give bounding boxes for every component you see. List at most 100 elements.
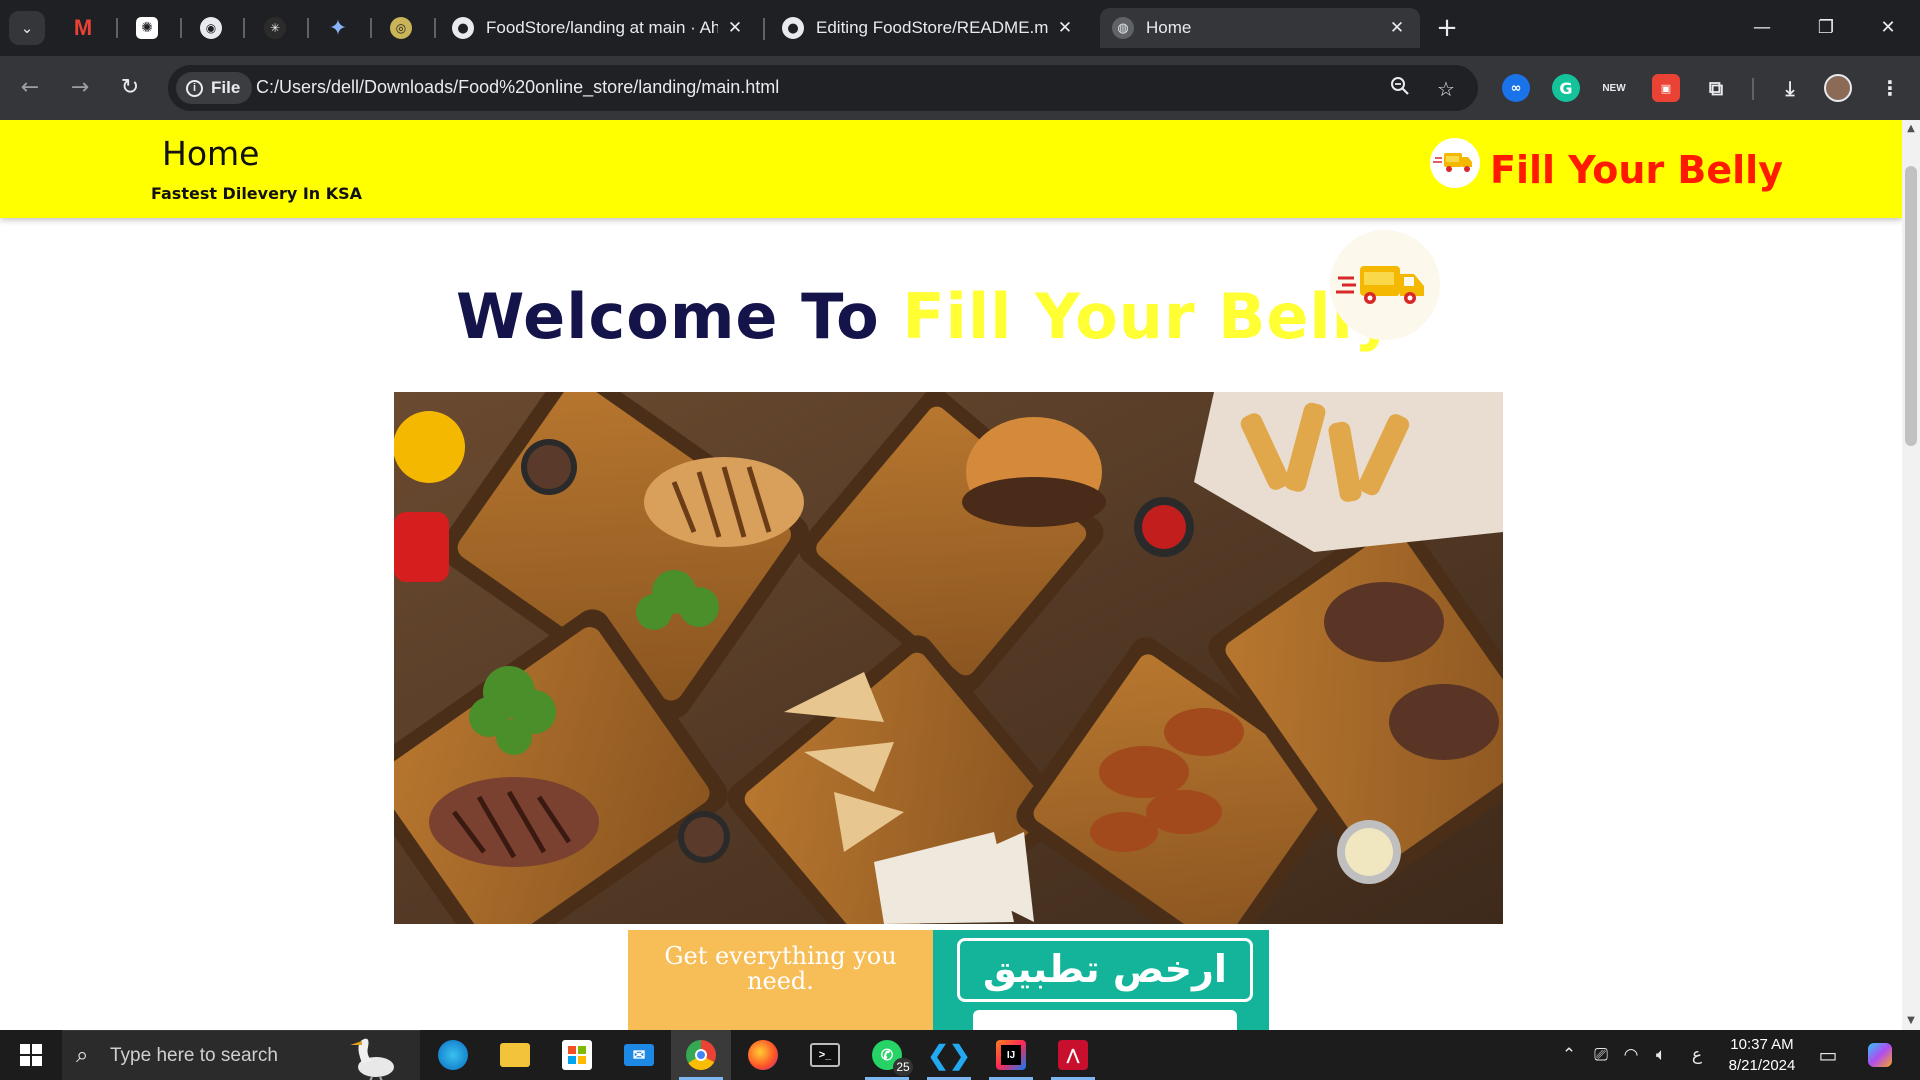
pinned-tab-copilot[interactable]: ◎ xyxy=(384,12,418,44)
extension-new-icon[interactable]: NEW xyxy=(1600,74,1628,102)
pinned-tab-gemini[interactable]: ✦ xyxy=(321,12,355,44)
promo-app-button[interactable]: ارخص تطبيق xyxy=(957,938,1253,1002)
delivery-truck-logo[interactable] xyxy=(1430,138,1480,188)
copilot-icon xyxy=(1868,1043,1892,1067)
pinned-tab-chatgpt[interactable]: ✺ xyxy=(130,12,164,44)
hero-food-image xyxy=(394,392,1503,924)
tab-separator xyxy=(307,18,309,38)
globe-icon: ◍ xyxy=(1112,17,1134,39)
site-info-chip[interactable]: i File xyxy=(176,72,253,104)
address-bar[interactable]: i File C:/Users/dell/Downloads/Food%20on… xyxy=(168,65,1478,111)
grammarly-icon[interactable]: G xyxy=(1552,74,1580,102)
tab-home[interactable]: ◍ Home ✕ xyxy=(1100,8,1420,48)
taskbar-intellij[interactable]: IJ xyxy=(981,1030,1041,1080)
notifications-icon[interactable]: ▭ xyxy=(1812,1030,1844,1080)
new-tab-button[interactable]: + xyxy=(1432,14,1462,44)
close-icon[interactable]: ✕ xyxy=(1054,18,1076,38)
windows-logo-icon xyxy=(20,1044,42,1066)
profile-avatar[interactable] xyxy=(1824,74,1852,102)
extension-red-icon[interactable]: ▣ xyxy=(1652,74,1680,102)
tab-foodstore-landing[interactable]: ● FoodStore/landing at main · Ah ✕ xyxy=(440,8,758,48)
taskbar-microsoft-store[interactable] xyxy=(547,1030,607,1080)
menu-kebab-icon[interactable]: ⋮ xyxy=(1876,74,1904,102)
scroll-up-arrow-icon[interactable]: ▲ xyxy=(1902,120,1920,138)
back-button[interactable]: ← xyxy=(14,72,46,104)
taskbar-chrome[interactable] xyxy=(671,1030,731,1080)
browser-toolbar: ← → ↻ i File C:/Users/dell/Downloads/Foo… xyxy=(0,56,1920,120)
taskbar-file-explorer[interactable] xyxy=(485,1030,545,1080)
minimize-button[interactable]: — xyxy=(1742,12,1782,44)
extension-infinity-icon[interactable]: ∞ xyxy=(1502,74,1530,102)
acrobat-icon: ⋀ xyxy=(1058,1040,1088,1070)
tab-title: FoodStore/landing at main · Ah xyxy=(486,18,718,37)
pinned-tab-gmail[interactable]: M xyxy=(66,12,100,44)
wifi-icon[interactable]: ◠ xyxy=(1616,1030,1646,1080)
promo-left-panel: Get everything you need. xyxy=(628,930,933,1030)
search-icon: ⌕ xyxy=(76,1043,89,1068)
chevron-down-icon: ⌄ xyxy=(20,19,34,37)
taskbar-acrobat[interactable]: ⋀ xyxy=(1043,1030,1103,1080)
notification-badge: 25 xyxy=(893,1058,913,1076)
meet-now-icon[interactable]: ⎚ xyxy=(1586,1030,1616,1080)
bookmark-star-icon[interactable]: ☆ xyxy=(1432,75,1460,103)
tab-separator xyxy=(243,18,245,38)
tab-separator xyxy=(763,18,765,40)
store-icon xyxy=(562,1040,592,1070)
copilot-taskbar-button[interactable] xyxy=(1860,1030,1900,1080)
tab-separator xyxy=(370,18,372,38)
header-title[interactable]: Home xyxy=(162,134,259,173)
page-viewport: Home Fastest Dilevery In KSA Fill Your B… xyxy=(0,120,1902,1030)
brand-name: Fill Your Belly xyxy=(1490,148,1783,192)
gmail-icon: M xyxy=(73,15,93,40)
taskbar-search[interactable]: ⌕ Type here to search xyxy=(62,1030,420,1080)
taskbar-whatsapp[interactable]: ✆ 25 xyxy=(857,1030,917,1080)
taskbar-vscode[interactable]: ❮❯ xyxy=(919,1030,979,1080)
restore-button[interactable]: ❐ xyxy=(1806,12,1846,44)
tab-search-button[interactable]: ⌄ xyxy=(9,11,45,45)
show-hidden-icons-chevron-icon[interactable]: ⌃ xyxy=(1554,1030,1584,1080)
copilot-icon: ◎ xyxy=(390,17,412,39)
tab-separator xyxy=(116,18,118,38)
header-subtitle: Fastest Dilevery In KSA xyxy=(151,184,363,203)
close-icon[interactable]: ✕ xyxy=(724,18,746,38)
site-header: Home Fastest Dilevery In KSA Fill Your B… xyxy=(0,120,1902,218)
folder-icon xyxy=(500,1043,530,1067)
page-scrollbar[interactable]: ▲ ▼ xyxy=(1902,120,1920,1030)
info-icon: i xyxy=(186,79,203,97)
pinned-tab-bot[interactable]: ◉ xyxy=(194,12,228,44)
vscode-icon: ❮❯ xyxy=(927,1039,971,1070)
taskbar-terminal[interactable]: >_ xyxy=(795,1030,855,1080)
zoom-icon[interactable] xyxy=(1386,75,1414,103)
bot-icon: ◉ xyxy=(200,17,222,39)
tab-title: Home xyxy=(1146,18,1192,37)
promo-secondary-button[interactable] xyxy=(973,1010,1237,1030)
promo-right-panel: ارخص تطبيق xyxy=(933,930,1269,1030)
perplexity-icon: ✳ xyxy=(264,17,286,39)
volume-icon[interactable]: 🔈︎ xyxy=(1646,1030,1676,1080)
clock-time: 10:37 AM xyxy=(1730,1036,1794,1053)
tab-editing-readme[interactable]: ● Editing FoodStore/README.md ✕ xyxy=(770,8,1088,48)
taskbar-firefox[interactable] xyxy=(733,1030,793,1080)
github-icon: ● xyxy=(452,17,474,39)
taskbar-mail[interactable]: ✉ xyxy=(609,1030,669,1080)
tab-strip: ⌄ M ✺ ◉ ✳ ✦ ◎ ● FoodStore/landing at mai… xyxy=(0,0,1920,56)
pinned-tab-perplexity[interactable]: ✳ xyxy=(258,12,292,44)
tab-title: Editing FoodStore/README.md xyxy=(816,18,1048,37)
taskbar-clock[interactable]: 10:37 AM 8/21/2024 xyxy=(1700,1034,1824,1076)
promo-tagline: Get everything you need. xyxy=(664,942,897,995)
forward-button[interactable]: → xyxy=(64,72,96,104)
close-icon[interactable]: ✕ xyxy=(1386,18,1408,38)
scrollbar-thumb[interactable] xyxy=(1905,166,1917,446)
extensions-puzzle-icon[interactable]: ⧉ xyxy=(1702,74,1730,102)
start-button[interactable] xyxy=(0,1030,62,1080)
reload-button[interactable]: ↻ xyxy=(114,72,146,104)
mail-icon: ✉ xyxy=(624,1044,654,1066)
scroll-down-arrow-icon[interactable]: ▼ xyxy=(1902,1012,1920,1030)
promo-banner[interactable]: Get everything you need. ارخص تطبيق xyxy=(628,930,1269,1030)
taskbar-edge[interactable] xyxy=(423,1030,483,1080)
url-text[interactable]: C:/Users/dell/Downloads/Food%20online_st… xyxy=(256,77,779,98)
close-window-button[interactable]: ✕ xyxy=(1868,12,1908,44)
intellij-icon: IJ xyxy=(996,1040,1026,1070)
download-icon[interactable]: ⤓ xyxy=(1776,74,1804,102)
chrome-icon xyxy=(686,1040,716,1070)
